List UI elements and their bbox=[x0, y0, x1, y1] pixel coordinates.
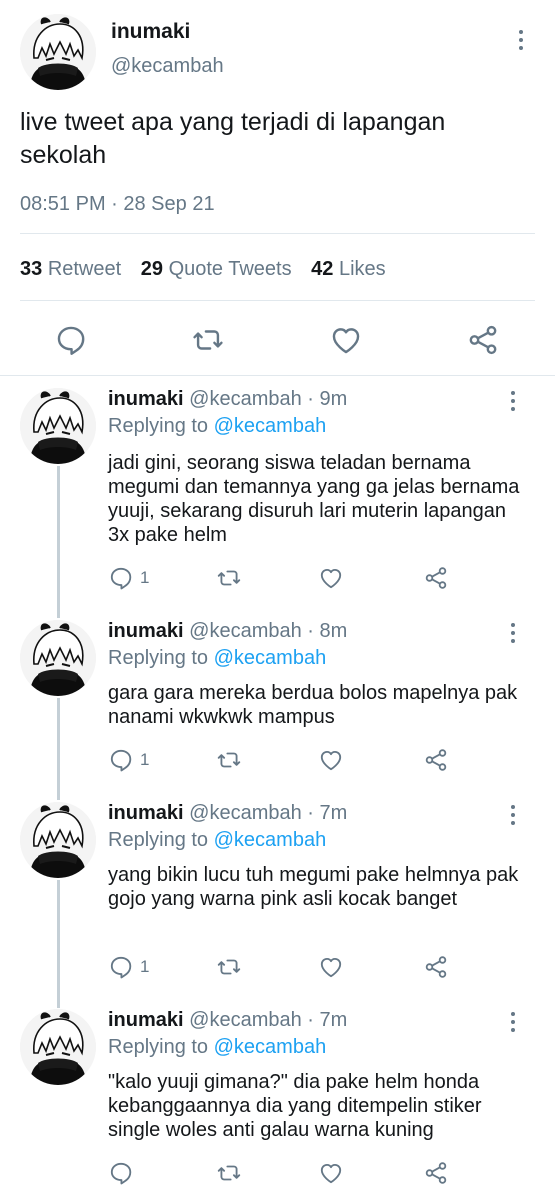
avatar-icon bbox=[20, 802, 96, 878]
author-handle[interactable]: @kecambah bbox=[189, 388, 302, 410]
avatar-icon bbox=[20, 388, 96, 464]
avatar[interactable] bbox=[20, 14, 96, 90]
avatar[interactable] bbox=[20, 388, 96, 464]
more-options-icon[interactable] bbox=[506, 803, 520, 827]
share-icon[interactable] bbox=[423, 1160, 449, 1186]
reply-header: inumaki @kecambah · 8m bbox=[108, 620, 347, 643]
avatar-icon bbox=[20, 1009, 96, 1085]
mention-link[interactable]: @kecambah bbox=[214, 647, 327, 669]
reply-text: yang bikin lucu tuh megumi pake helmnya … bbox=[108, 864, 519, 910]
retweet-icon[interactable] bbox=[216, 565, 242, 591]
divider bbox=[20, 300, 535, 301]
more-options-icon[interactable] bbox=[506, 621, 520, 645]
reply-time[interactable]: · 7m bbox=[307, 802, 347, 824]
author-name[interactable]: inumaki bbox=[108, 802, 184, 824]
like-icon[interactable] bbox=[318, 1160, 344, 1186]
author-handle[interactable]: @kecambah bbox=[189, 620, 302, 642]
reply-icon[interactable] bbox=[108, 565, 134, 591]
reply-time[interactable]: · 8m bbox=[307, 620, 347, 642]
avatar-icon bbox=[20, 14, 96, 90]
author-name[interactable]: inumaki bbox=[111, 20, 190, 44]
mention-link[interactable]: @kecambah bbox=[214, 829, 327, 851]
tweet-text: live tweet apa yang terjadi di lapangan … bbox=[20, 108, 446, 169]
likes-stat[interactable]: 42 Likes bbox=[311, 258, 386, 280]
retweet-icon[interactable] bbox=[216, 747, 242, 773]
quote-stat[interactable]: 29 Quote Tweets bbox=[141, 258, 292, 280]
share-icon[interactable] bbox=[466, 323, 500, 357]
retweet-icon[interactable] bbox=[191, 323, 225, 357]
thread-line bbox=[57, 466, 60, 618]
avatar[interactable] bbox=[20, 1009, 96, 1085]
reply-icon[interactable] bbox=[54, 323, 88, 357]
reply-time[interactable]: · 9m bbox=[307, 388, 347, 410]
reply-icon[interactable] bbox=[108, 954, 134, 980]
reply-count: 1 bbox=[140, 750, 150, 769]
share-icon[interactable] bbox=[423, 747, 449, 773]
like-icon[interactable] bbox=[318, 954, 344, 980]
author-handle[interactable]: @kecambah bbox=[189, 802, 302, 824]
reply-icon[interactable] bbox=[108, 1160, 134, 1186]
replying-to: Replying to @kecambah bbox=[108, 415, 327, 437]
more-options-icon[interactable] bbox=[506, 389, 520, 413]
replying-to: Replying to @kecambah bbox=[108, 1036, 327, 1058]
author-name[interactable]: inumaki bbox=[108, 620, 184, 642]
reply-text: "kalo yuuji gimana?" dia pake helm honda… bbox=[108, 1071, 482, 1141]
tweet-stats: 33 Retweet 29 Quote Tweets 42 Likes bbox=[20, 258, 386, 281]
reply-count: 1 bbox=[140, 957, 150, 976]
author-name[interactable]: inumaki bbox=[108, 388, 184, 410]
replying-to: Replying to @kecambah bbox=[108, 647, 327, 669]
author-handle[interactable]: @kecambah bbox=[111, 55, 224, 78]
replying-to: Replying to @kecambah bbox=[108, 829, 327, 851]
retweet-stat[interactable]: 33 Retweet bbox=[20, 258, 121, 280]
avatar-icon bbox=[20, 620, 96, 696]
divider bbox=[20, 233, 535, 234]
reply-count: 1 bbox=[140, 568, 150, 587]
avatar[interactable] bbox=[20, 620, 96, 696]
reply-time[interactable]: · 7m bbox=[307, 1009, 347, 1031]
divider bbox=[0, 375, 555, 376]
like-icon[interactable] bbox=[318, 747, 344, 773]
mention-link[interactable]: @kecambah bbox=[214, 415, 327, 437]
retweet-icon[interactable] bbox=[216, 954, 242, 980]
thread-line bbox=[57, 880, 60, 1008]
reply-icon[interactable] bbox=[108, 747, 134, 773]
author-name[interactable]: inumaki bbox=[108, 1009, 184, 1031]
reply-header: inumaki @kecambah · 9m bbox=[108, 388, 347, 411]
more-options-icon[interactable] bbox=[514, 28, 528, 52]
share-icon[interactable] bbox=[423, 565, 449, 591]
author-handle[interactable]: @kecambah bbox=[189, 1009, 302, 1031]
reply-text: gara gara mereka berdua bolos mapelnya p… bbox=[108, 682, 518, 728]
reply-header: inumaki @kecambah · 7m bbox=[108, 802, 347, 825]
reply-header: inumaki @kecambah · 7m bbox=[108, 1009, 347, 1032]
mention-link[interactable]: @kecambah bbox=[214, 1036, 327, 1058]
tweet-timestamp[interactable]: 08:51 PM · 28 Sep 21 bbox=[20, 193, 215, 216]
thread-line bbox=[57, 698, 60, 800]
avatar[interactable] bbox=[20, 802, 96, 878]
like-icon[interactable] bbox=[329, 323, 363, 357]
like-icon[interactable] bbox=[318, 565, 344, 591]
share-icon[interactable] bbox=[423, 954, 449, 980]
reply-text: jadi gini, seorang siswa teladan bernama… bbox=[108, 452, 520, 546]
more-options-icon[interactable] bbox=[506, 1010, 520, 1034]
retweet-icon[interactable] bbox=[216, 1160, 242, 1186]
